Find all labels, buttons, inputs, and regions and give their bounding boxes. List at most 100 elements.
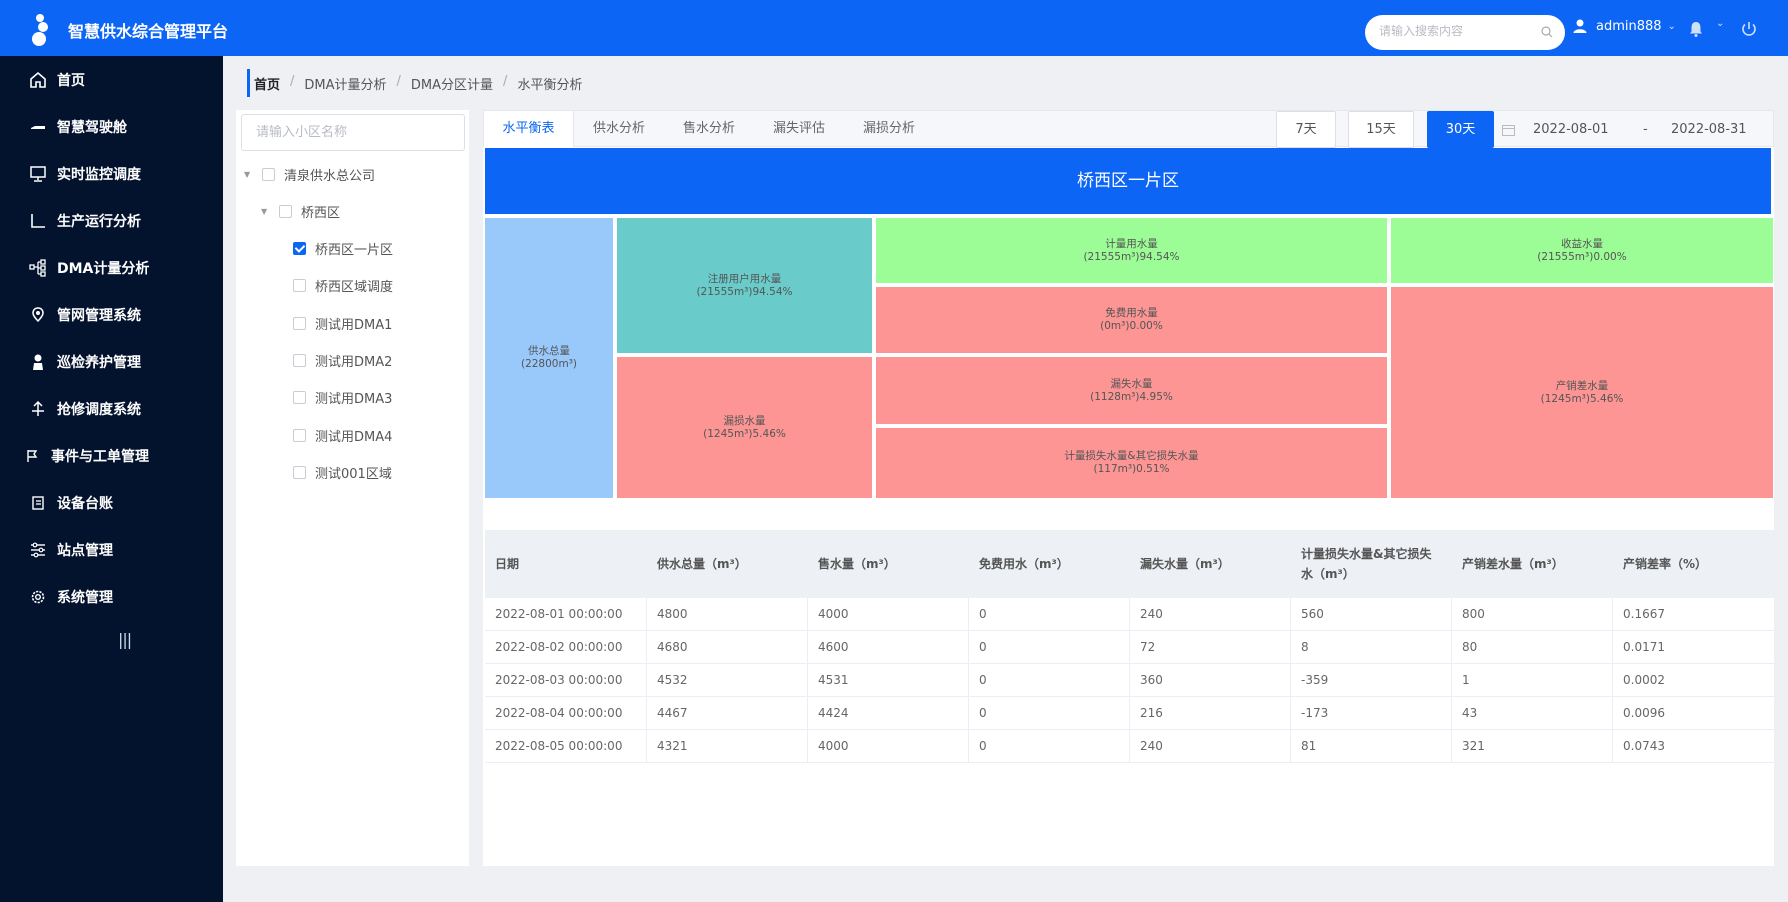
cell-free-use: 免费用水量 (0m³)0.00% — [876, 287, 1387, 353]
tree-checkbox[interactable] — [293, 353, 306, 367]
chevron-down-icon[interactable]: ⌄ — [1668, 21, 1676, 32]
user-icon — [1573, 19, 1587, 33]
map-pin-icon — [28, 305, 48, 325]
breadcrumb-item[interactable]: DMA分区计量 — [411, 74, 493, 93]
cell-leakage: 漏失水量 (1128m³)4.95% — [876, 357, 1387, 424]
table-row[interactable]: 2022-08-05 00:00:00 4321 4000 0 240 81 3… — [485, 730, 1774, 763]
sidebar-item-inspection[interactable]: 巡检养护管理 — [28, 350, 141, 374]
sidebar-item-repair[interactable]: 抢修调度系统 — [28, 397, 141, 421]
tab-leak-evaluation[interactable]: 漏失评估 — [754, 111, 844, 147]
cell-registered-use: 注册用户用水量 (21555m³)94.54% — [617, 218, 872, 353]
sidebar-collapse-toggle[interactable]: ||| — [118, 630, 132, 649]
tree-checkbox[interactable] — [279, 204, 292, 218]
tree-node[interactable]: 测试用DMA4 — [293, 425, 392, 445]
breadcrumb-bar: 首页 / DMA计量分析 / DMA分区计量 / 水平衡分析 — [223, 56, 1788, 110]
tree-node[interactable]: ▼ 清泉供水总公司 — [244, 164, 375, 184]
monitor-icon — [28, 164, 48, 184]
column-header: 漏失水量（m³） — [1140, 557, 1230, 571]
tree-node[interactable]: 测试用DMA3 — [293, 387, 392, 407]
tab-supply-analysis[interactable]: 供水分析 — [574, 111, 664, 147]
global-search-input[interactable] — [1379, 24, 1539, 38]
tree-checkbox[interactable] — [293, 390, 306, 404]
repair-icon — [28, 399, 48, 419]
cell-loss: 漏损水量 (1245m³)5.46% — [617, 357, 872, 498]
tree-checkbox[interactable] — [293, 428, 306, 442]
column-header: 供水总量（m³） — [657, 557, 747, 571]
tree-node[interactable]: 测试用DMA1 — [293, 313, 392, 333]
cockpit-icon — [28, 117, 48, 137]
range-30-days-button[interactable]: 30天 — [1427, 111, 1494, 148]
sidebar-item-cockpit[interactable]: 智慧驾驶舱 — [28, 115, 127, 139]
breadcrumb-item[interactable]: DMA计量分析 — [304, 74, 386, 93]
date-range-picker[interactable]: 2022-08-01 - 2022-08-31 — [1490, 111, 1775, 148]
tab-water-balance[interactable]: 水平衡表 — [484, 111, 574, 147]
tree-checkbox[interactable] — [293, 465, 306, 479]
region-title: 桥西区一片区 — [485, 148, 1771, 214]
column-header: 售水量（m³） — [818, 557, 896, 571]
tab-sales-analysis[interactable]: 售水分析 — [664, 111, 754, 147]
calendar-icon[interactable] — [1502, 124, 1515, 136]
date-start[interactable]: 2022-08-01 — [1533, 122, 1643, 137]
table-row[interactable]: 2022-08-02 00:00:00 4680 4600 0 72 8 80 … — [485, 631, 1774, 664]
event-icon — [22, 446, 42, 466]
table-row[interactable]: 2022-08-04 00:00:00 4467 4424 0 216 -173… — [485, 697, 1774, 730]
date-end[interactable]: 2022-08-31 — [1671, 122, 1747, 137]
power-icon[interactable] — [1740, 20, 1758, 38]
gear-icon — [28, 587, 48, 607]
chevron-down-icon[interactable]: ⌄ — [1716, 18, 1724, 29]
ledger-icon — [28, 493, 48, 513]
chart-axis-icon — [28, 211, 48, 231]
table-row[interactable]: 2022-08-03 00:00:00 4532 4531 0 360 -359… — [485, 664, 1774, 697]
tab-loss-analysis[interactable]: 漏损分析 — [844, 111, 934, 147]
tree-checkbox[interactable] — [262, 167, 275, 181]
sidebar-item-dma[interactable]: DMA计量分析 — [28, 256, 149, 280]
flow-tree-icon — [28, 258, 48, 278]
sliders-icon — [28, 540, 48, 560]
cell-revenue: 收益水量 (21555m³)0.00% — [1391, 218, 1773, 283]
top-bar: 智慧供水综合管理平台 admin888 ⌄ ⌄ — [0, 0, 1788, 56]
column-header: 产销差水量（m³） — [1462, 557, 1564, 571]
global-search[interactable] — [1365, 15, 1565, 50]
column-header: 计量损失水量&其它损失水（m³） — [1301, 547, 1432, 581]
cell-meter-loss: 计量损失水量&其它损失水量 (117m³)0.51% — [876, 428, 1387, 498]
analysis-tabs: 水平衡表 供水分析 售水分析 漏失评估 漏损分析 7天 15天 30天 2022… — [483, 110, 1775, 148]
tree-node[interactable]: 桥西区域调度 — [293, 275, 393, 295]
sidebar-item-monitor[interactable]: 实时监控调度 — [28, 162, 141, 186]
app-title: 智慧供水综合管理平台 — [68, 22, 229, 41]
date-separator: - — [1643, 122, 1648, 137]
sidebar-item-home[interactable]: 首页 — [28, 68, 85, 92]
tree-checkbox[interactable] — [293, 241, 306, 255]
breadcrumb-current: 水平衡分析 — [517, 78, 583, 93]
bell-icon[interactable] — [1687, 20, 1705, 38]
tree-node[interactable]: 测试001区域 — [293, 462, 392, 482]
cell-metered-use: 计量用水量 (21555m³)94.54% — [876, 218, 1387, 283]
cell-total-supply: 供水总量 (22800m³) — [485, 218, 613, 498]
range-7-days-button[interactable]: 7天 — [1276, 111, 1336, 148]
sidebar-item-ledger[interactable]: 设备台账 — [28, 491, 113, 515]
main-panel: 水平衡表 供水分析 售水分析 漏失评估 漏损分析 7天 15天 30天 2022… — [483, 110, 1774, 866]
caret-down-icon[interactable]: ▼ — [261, 207, 271, 216]
sidebar-item-events[interactable]: 事件与工单管理 — [22, 444, 149, 468]
area-search[interactable] — [241, 114, 465, 151]
tree-node[interactable]: 测试用DMA2 — [293, 350, 392, 370]
breadcrumb-item[interactable]: 首页 — [254, 74, 280, 93]
range-15-days-button[interactable]: 15天 — [1348, 111, 1414, 148]
home-icon — [28, 70, 48, 90]
search-icon[interactable] — [1541, 26, 1553, 38]
tree-checkbox[interactable] — [293, 316, 306, 330]
breadcrumb-marker — [247, 69, 250, 97]
user-menu[interactable]: admin888 ⌄ — [1572, 18, 1676, 34]
username[interactable]: admin888 — [1596, 19, 1662, 34]
tree-node[interactable]: ▼ 桥西区 — [261, 201, 340, 221]
area-search-input[interactable] — [256, 125, 446, 140]
sidebar-item-stations[interactable]: 站点管理 — [28, 538, 113, 562]
table-row[interactable]: 2022-08-01 00:00:00 4800 4000 0 240 560 … — [485, 598, 1774, 631]
caret-down-icon[interactable]: ▼ — [244, 170, 254, 179]
tree-checkbox[interactable] — [293, 278, 306, 292]
sidebar-item-system[interactable]: 系统管理 — [28, 585, 113, 609]
column-header: 产销差率（%） — [1623, 557, 1708, 571]
sidebar-item-production[interactable]: 生产运行分析 — [28, 209, 141, 233]
tree-node[interactable]: 桥西区一片区 — [293, 238, 393, 258]
sidebar-item-pipe-network[interactable]: 管网管理系统 — [28, 303, 141, 327]
worker-icon — [28, 352, 48, 372]
